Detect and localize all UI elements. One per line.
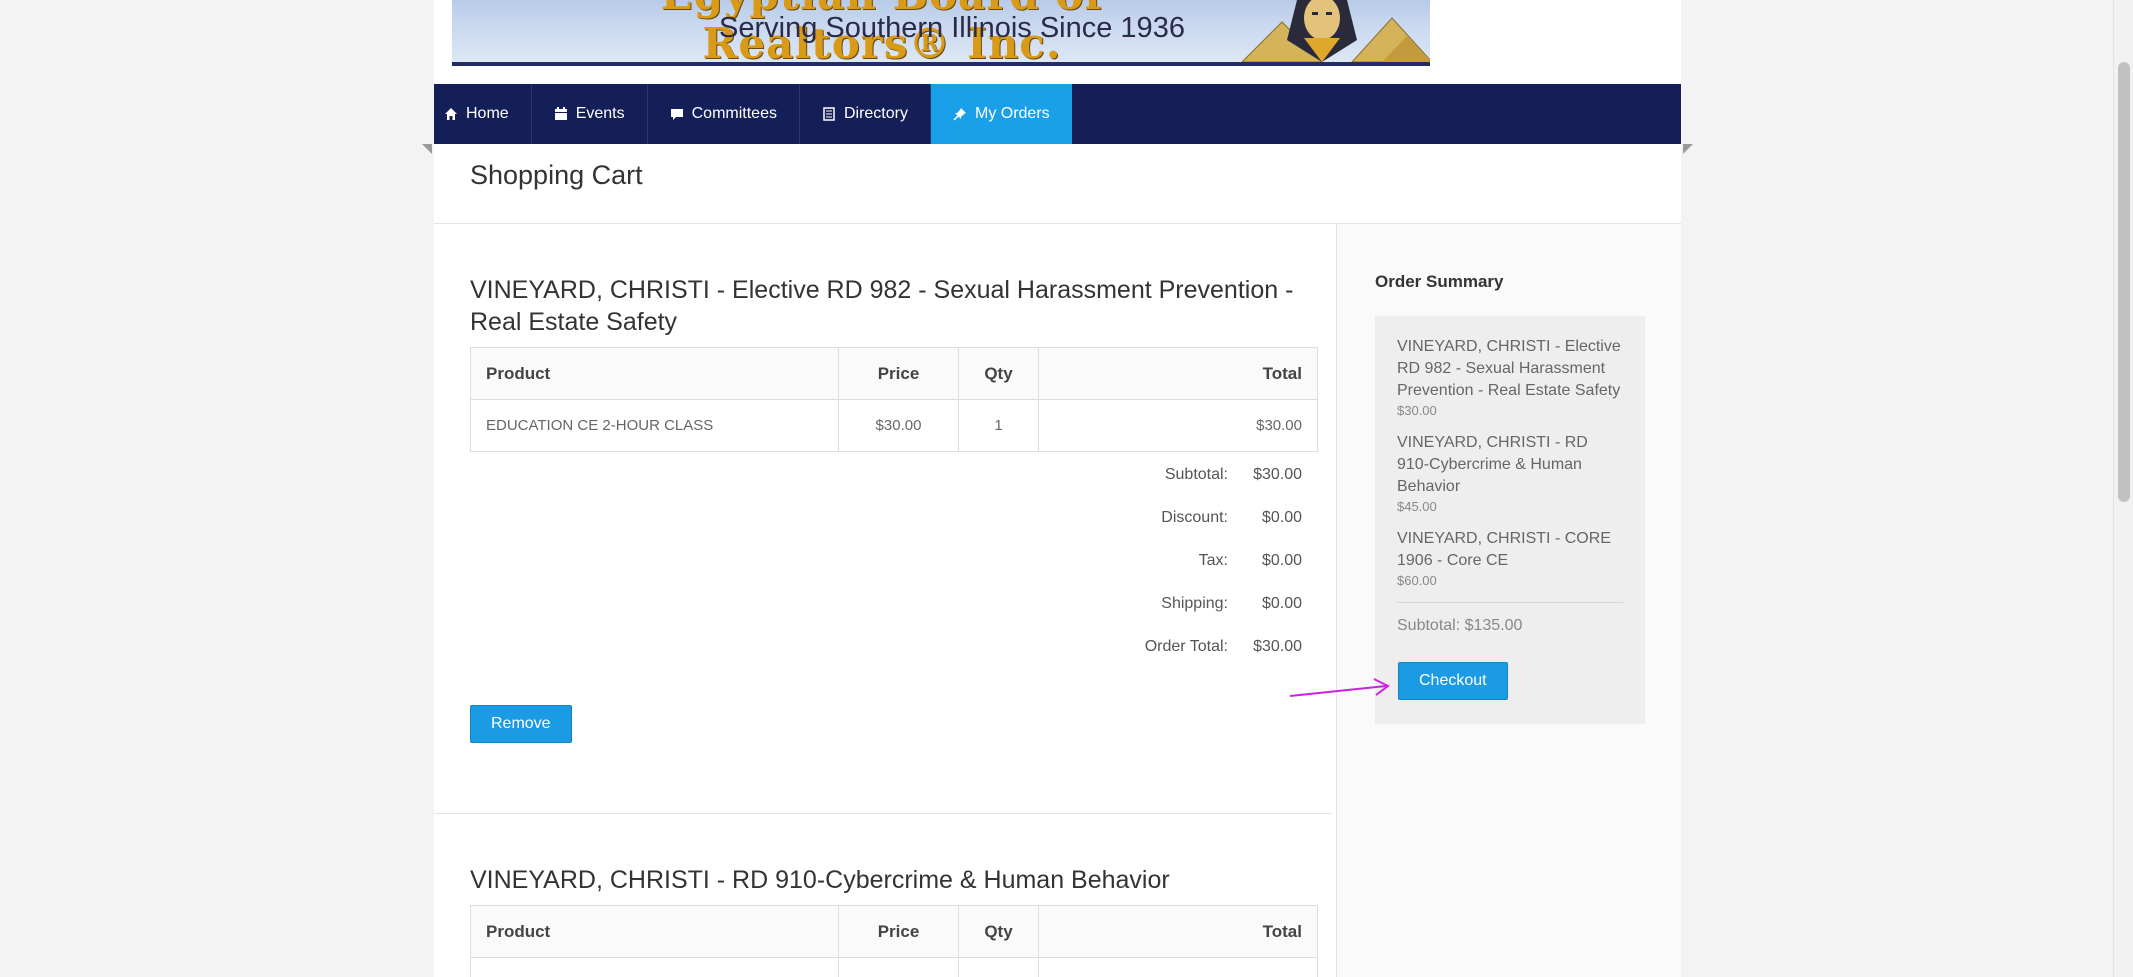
col-price: Price xyxy=(838,347,959,400)
col-product: Product xyxy=(470,905,839,958)
col-price: Price xyxy=(838,905,959,958)
page-scrollbar[interactable] xyxy=(2113,0,2133,977)
cart-table: Product Price Qty Total EDUCATION CE 3-H… xyxy=(470,905,1318,977)
nav-fold-right xyxy=(1683,144,1693,154)
cell-product: EDUCATION CE 3-HOUR CLASS xyxy=(470,957,839,977)
comment-icon xyxy=(670,107,684,121)
cart-table: Product Price Qty Total EDUCATION CE 2-H… xyxy=(470,347,1318,452)
col-total: Total xyxy=(1038,347,1318,400)
totals-row-tax: Tax: $0.00 xyxy=(470,539,1318,582)
discount-label: Discount: xyxy=(1161,508,1228,526)
totals-row-discount: Discount: $0.00 xyxy=(470,496,1318,539)
nav-committees-label: Committees xyxy=(691,105,777,122)
summary-item-name: VINEYARD, CHRISTI - CORE 1906 - Core CE xyxy=(1397,530,1611,569)
nav-events[interactable]: Events xyxy=(532,84,648,144)
order-total-label: Order Total: xyxy=(1144,637,1228,655)
list-item: VINEYARD, CHRISTI - RD 910-Cybercrime & … xyxy=(1397,432,1623,514)
cell-qty: 1 xyxy=(958,399,1039,452)
remove-button[interactable]: Remove xyxy=(470,705,572,743)
summary-item-price: $60.00 xyxy=(1397,573,1437,588)
cell-product: EDUCATION CE 2-HOUR CLASS xyxy=(470,399,839,452)
cart-totals: Subtotal: $30.00 Discount: $0.00 Tax: $0… xyxy=(470,453,1318,668)
nav-events-label: Events xyxy=(575,105,625,122)
summary-item-price: $45.00 xyxy=(1397,499,1437,514)
list-item: VINEYARD, CHRISTI - CORE 1906 - Core CE … xyxy=(1397,528,1623,588)
site-banner[interactable]: Egyptian Board of Realtors® Inc. Serving… xyxy=(452,0,1430,66)
subtotal-label: Subtotal: xyxy=(1164,465,1228,483)
cart-item-title: VINEYARD, CHRISTI - RD 910-Cybercrime & … xyxy=(470,866,1170,894)
page-title: Shopping Cart xyxy=(470,160,643,190)
order-total-value: $30.00 xyxy=(1253,637,1302,655)
cart-item-title: VINEYARD, CHRISTI - Elective RD 982 - Se… xyxy=(470,276,1294,336)
summary-subtotal: Subtotal: $135.00 xyxy=(1397,617,1523,634)
totals-row-shipping: Shipping: $0.00 xyxy=(470,582,1318,625)
pin-icon xyxy=(953,107,967,121)
summary-item-price: $30.00 xyxy=(1397,403,1437,418)
table-row: EDUCATION CE 2-HOUR CLASS $30.00 1 $30.0… xyxy=(470,399,1318,452)
col-product: Product xyxy=(470,347,839,400)
home-icon xyxy=(444,107,458,121)
tax-value: $0.00 xyxy=(1261,551,1302,569)
calendar-icon xyxy=(554,107,568,121)
table-header-row: Product Price Qty Total xyxy=(470,347,1318,400)
book-icon xyxy=(822,107,836,121)
summary-item-name: VINEYARD, CHRISTI - Elective RD 982 - Se… xyxy=(1397,338,1621,399)
cell-qty: 1 xyxy=(958,957,1039,977)
cell-total: $30.00 xyxy=(1038,399,1318,452)
table-row: EDUCATION CE 3-HOUR CLASS $45.00 1 $45.0… xyxy=(470,957,1318,977)
nav-directory[interactable]: Directory xyxy=(800,84,931,144)
nav-home[interactable]: Home xyxy=(434,84,532,144)
banner-tagline: Serving Southern Illinois Since 1936 xyxy=(719,12,1185,44)
tax-label: Tax: xyxy=(1198,551,1228,569)
col-total: Total xyxy=(1038,905,1318,958)
annotation-arrow-icon xyxy=(1289,678,1390,697)
cell-total: $45.00 xyxy=(1038,957,1318,977)
nav-my-orders-label: My Orders xyxy=(974,105,1050,122)
subtotal-value: $30.00 xyxy=(1253,465,1302,483)
cell-price: $45.00 xyxy=(838,957,959,977)
nav-committees[interactable]: Committees xyxy=(648,84,800,144)
summary-divider xyxy=(1397,602,1623,603)
main-nav: Home Events Committees Directory My Orde… xyxy=(434,84,1681,144)
checkout-button[interactable]: Checkout xyxy=(1398,662,1508,700)
discount-value: $0.00 xyxy=(1261,508,1302,526)
nav-my-orders[interactable]: My Orders xyxy=(930,84,1072,144)
col-qty: Qty xyxy=(958,347,1039,400)
list-item: VINEYARD, CHRISTI - Elective RD 982 - Se… xyxy=(1397,336,1623,418)
nav-fold-left xyxy=(422,144,432,154)
shipping-value: $0.00 xyxy=(1261,594,1302,612)
page-clip: Egyptian Board of Realtors® Inc. Serving… xyxy=(434,0,1681,977)
summary-item-name: VINEYARD, CHRISTI - RD 910-Cybercrime & … xyxy=(1397,434,1588,495)
table-header-row: Product Price Qty Total xyxy=(470,905,1318,958)
totals-row-order-total: Order Total: $30.00 xyxy=(470,625,1318,668)
totals-row-subtotal: Subtotal: $30.00 xyxy=(470,453,1318,496)
nav-home-label: Home xyxy=(466,105,509,122)
nav-directory-label: Directory xyxy=(843,105,908,122)
cell-price: $30.00 xyxy=(838,399,959,452)
page-container: Egyptian Board of Realtors® Inc. Serving… xyxy=(434,0,1681,977)
sphinx-pyramid-logo-icon xyxy=(1242,0,1430,62)
scrollbar-thumb[interactable] xyxy=(2118,62,2130,502)
shipping-label: Shipping: xyxy=(1161,594,1228,612)
col-qty: Qty xyxy=(958,905,1039,958)
cart-item-divider xyxy=(434,813,1332,814)
order-summary-heading: Order Summary xyxy=(1375,272,1504,291)
